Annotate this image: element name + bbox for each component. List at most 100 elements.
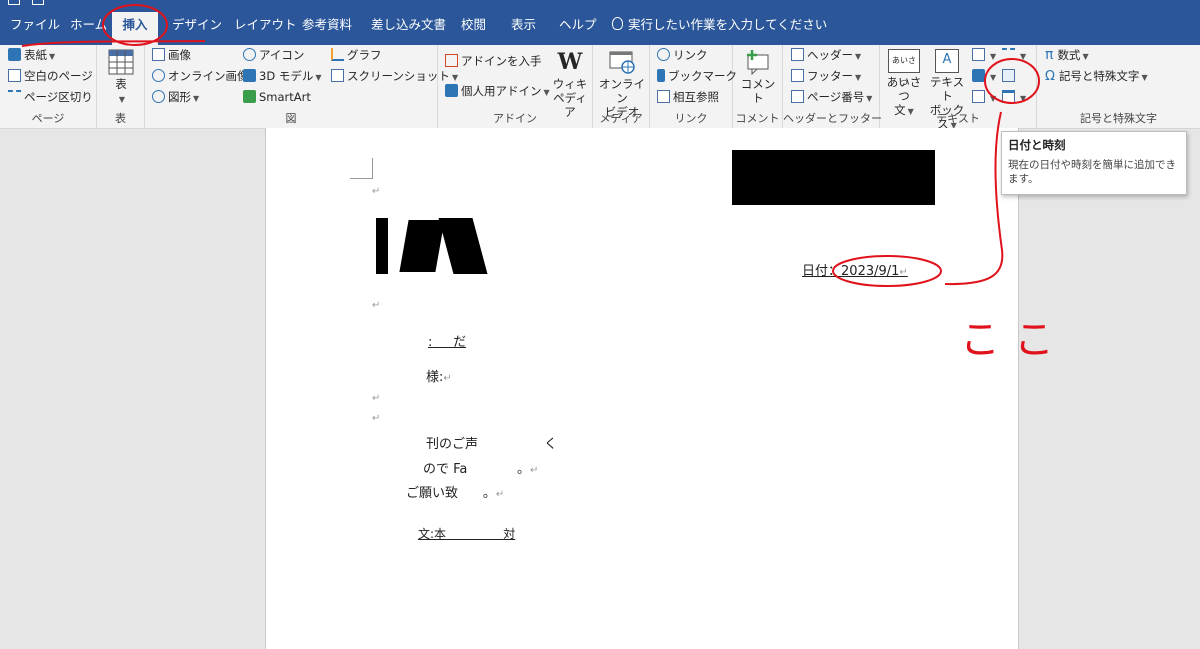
tab-layout[interactable]: レイアウト — [228, 12, 303, 40]
footer-icon — [791, 69, 804, 82]
3d-models-button[interactable]: 3D モデル ▼ — [243, 68, 321, 86]
get-addins-label: アドインを入手 — [461, 54, 542, 68]
bookmark-button[interactable]: ブックマーク — [657, 68, 737, 86]
equation-label: 数式 — [1057, 48, 1081, 62]
tell-me-box[interactable]: 実行したい作業を入力してください — [612, 12, 827, 38]
wordart-icon — [972, 69, 985, 82]
quick-parts-icon — [972, 48, 985, 61]
footer-button[interactable]: フッター ▼ — [791, 68, 861, 86]
tab-references[interactable]: 参考資料 — [296, 12, 358, 40]
group-text: あいさつ あいさつ文 ▼ A テキスト ボックス ▼ ▼ ▼ ▼ ▼ ▼ テキスト — [880, 45, 1037, 131]
lightbulb-icon — [612, 17, 623, 30]
screenshot-icon — [331, 69, 344, 82]
symbol-label: 記号と特殊文字 — [1058, 69, 1140, 83]
textbox-label-1: テキスト — [929, 75, 965, 103]
smartart-button[interactable]: SmartArt — [243, 89, 311, 107]
pictures-label: 画像 — [168, 48, 191, 62]
document-page[interactable]: ↵ 日付：2023/9/1↵ ↵ : だ 様:↵ ↵ ↵ 刊のご声 く ので F… — [265, 128, 1019, 649]
group-addins: アドインを入手 個人用アドイン ▼ W ウィキ ペディア アドイン — [438, 45, 593, 128]
icons-button[interactable]: アイコン — [243, 47, 304, 65]
chart-button[interactable]: グラフ — [331, 47, 382, 65]
tab-review[interactable]: 校閲 — [455, 12, 492, 40]
doc-line-4b-text: 。 — [516, 462, 530, 477]
doc-line-2-text: 様: — [426, 370, 444, 385]
header-button[interactable]: ヘッダー ▼ — [791, 47, 861, 65]
wordart-button[interactable]: ▼ — [972, 68, 996, 86]
tab-home[interactable]: ホーム — [64, 12, 113, 40]
blank-page-button[interactable]: 空白のページ — [8, 68, 93, 86]
wikipedia-button[interactable]: W ウィキ ペディア — [550, 49, 590, 119]
paragraph-mark: ↵ — [372, 300, 381, 311]
tab-design[interactable]: デザイン — [166, 12, 228, 40]
page-break-button[interactable]: ページ区切り — [8, 89, 93, 107]
quick-access-toolbar — [8, 0, 56, 5]
paragraph-mark: ↵ — [372, 413, 381, 424]
shapes-button[interactable]: 図形 ▼ — [152, 89, 199, 107]
comment-icon — [747, 50, 769, 75]
group-pages: 表紙 ▼ 空白のページ ページ区切り ページ — [0, 45, 97, 128]
doc-line-6: 文:本 対 — [418, 525, 515, 542]
screenshot-label: スクリーンショット — [347, 69, 450, 83]
date-time-button[interactable] — [1002, 68, 1018, 86]
doc-line-6-text: 文:本 — [418, 527, 447, 541]
cover-page-label: 表紙 — [24, 48, 47, 62]
signature-line-button[interactable]: ▼ — [1002, 47, 1026, 65]
date-line: 日付：2023/9/1↵ — [802, 264, 908, 279]
doc-line-3: 刊のご声 く — [426, 433, 557, 452]
tab-help[interactable]: ヘルプ — [553, 12, 603, 40]
online-pictures-label: オンライン画像 — [168, 69, 249, 83]
table-icon — [108, 49, 134, 75]
group-header-footer: ヘッダー ▼ フッター ▼ ページ番号 ▼ ヘッダーとフッター — [783, 45, 882, 128]
group-comments: コメント コメント — [733, 45, 783, 128]
page-number-button[interactable]: ページ番号 ▼ — [791, 89, 872, 107]
equation-button[interactable]: π 数式 ▼ — [1045, 47, 1089, 65]
bookmark-label: ブックマーク — [668, 69, 737, 83]
object-button[interactable]: ▼ — [1002, 89, 1026, 107]
title-tab-bar: ファイル ホーム 挿入 デザイン レイアウト 参考資料 差し込み文書 校閲 表示… — [0, 0, 1200, 45]
doc-line-3-text: 刊のご声 — [426, 437, 479, 452]
doc-line-1-text: : — [428, 335, 433, 350]
my-addins-icon — [445, 84, 458, 97]
get-addins-button[interactable]: アドインを入手 — [445, 53, 542, 71]
textbox-icon: A — [935, 49, 959, 73]
date-time-tooltip: 日付と時刻 現在の日付や時刻を簡単に追加できます。 — [1001, 131, 1187, 195]
online-pictures-button[interactable]: オンライン画像 — [152, 68, 249, 86]
tab-insert[interactable]: 挿入 — [112, 12, 158, 45]
margin-corner-mark — [350, 158, 373, 179]
group-label-addins: アドイン — [493, 112, 537, 125]
cover-page-button[interactable]: 表紙 ▼ — [8, 47, 55, 65]
table-button[interactable]: 表 ▼ — [105, 49, 137, 107]
object-icon — [1002, 90, 1015, 103]
shapes-icon — [152, 90, 165, 103]
my-addins-button[interactable]: 個人用アドイン ▼ — [445, 83, 550, 101]
tab-mailings[interactable]: 差し込み文書 — [365, 12, 452, 40]
calendar-clock-icon — [1002, 69, 1015, 82]
save-icon[interactable] — [8, 0, 20, 5]
online-picture-icon — [152, 69, 165, 82]
undo-icon[interactable] — [32, 0, 44, 5]
date-value: 2023/9/1 — [841, 264, 900, 279]
pictures-button[interactable]: 画像 — [152, 47, 191, 65]
redacted-title-part — [438, 218, 488, 274]
link-button[interactable]: リンク — [657, 47, 708, 65]
tell-me-text: 実行したい作業を入力してください — [628, 17, 828, 32]
new-comment-button[interactable]: コメント — [737, 49, 779, 105]
quick-parts-button[interactable]: ▼ — [972, 47, 996, 65]
drop-cap-button[interactable]: ▼ — [972, 89, 996, 107]
group-symbols: π 数式 ▼ Ω 記号と特殊文字 ▼ 記号と特殊文字 — [1037, 45, 1200, 128]
table-label: 表 — [115, 77, 127, 91]
store-icon — [445, 54, 458, 67]
group-label-text: テキスト — [936, 112, 980, 125]
tooltip-body: 現在の日付や時刻を簡単に追加できます。 — [1008, 159, 1176, 185]
wikipedia-icon: W — [557, 49, 583, 75]
comment-label: コメント — [740, 77, 776, 105]
symbol-button[interactable]: Ω 記号と特殊文字 ▼ — [1045, 68, 1148, 86]
tab-view[interactable]: 表示 — [505, 12, 542, 40]
crossref-icon — [657, 90, 670, 103]
online-video-button[interactable]: オンライン ビデオ — [597, 49, 647, 119]
crossref-button[interactable]: 相互参照 — [657, 89, 719, 107]
my-addins-label: 個人用アドイン — [461, 84, 542, 98]
greeting-button[interactable]: あいさつ あいさつ文 ▼ — [883, 49, 925, 119]
paragraph-mark: ↵ — [372, 186, 381, 197]
tab-file[interactable]: ファイル — [4, 12, 66, 40]
